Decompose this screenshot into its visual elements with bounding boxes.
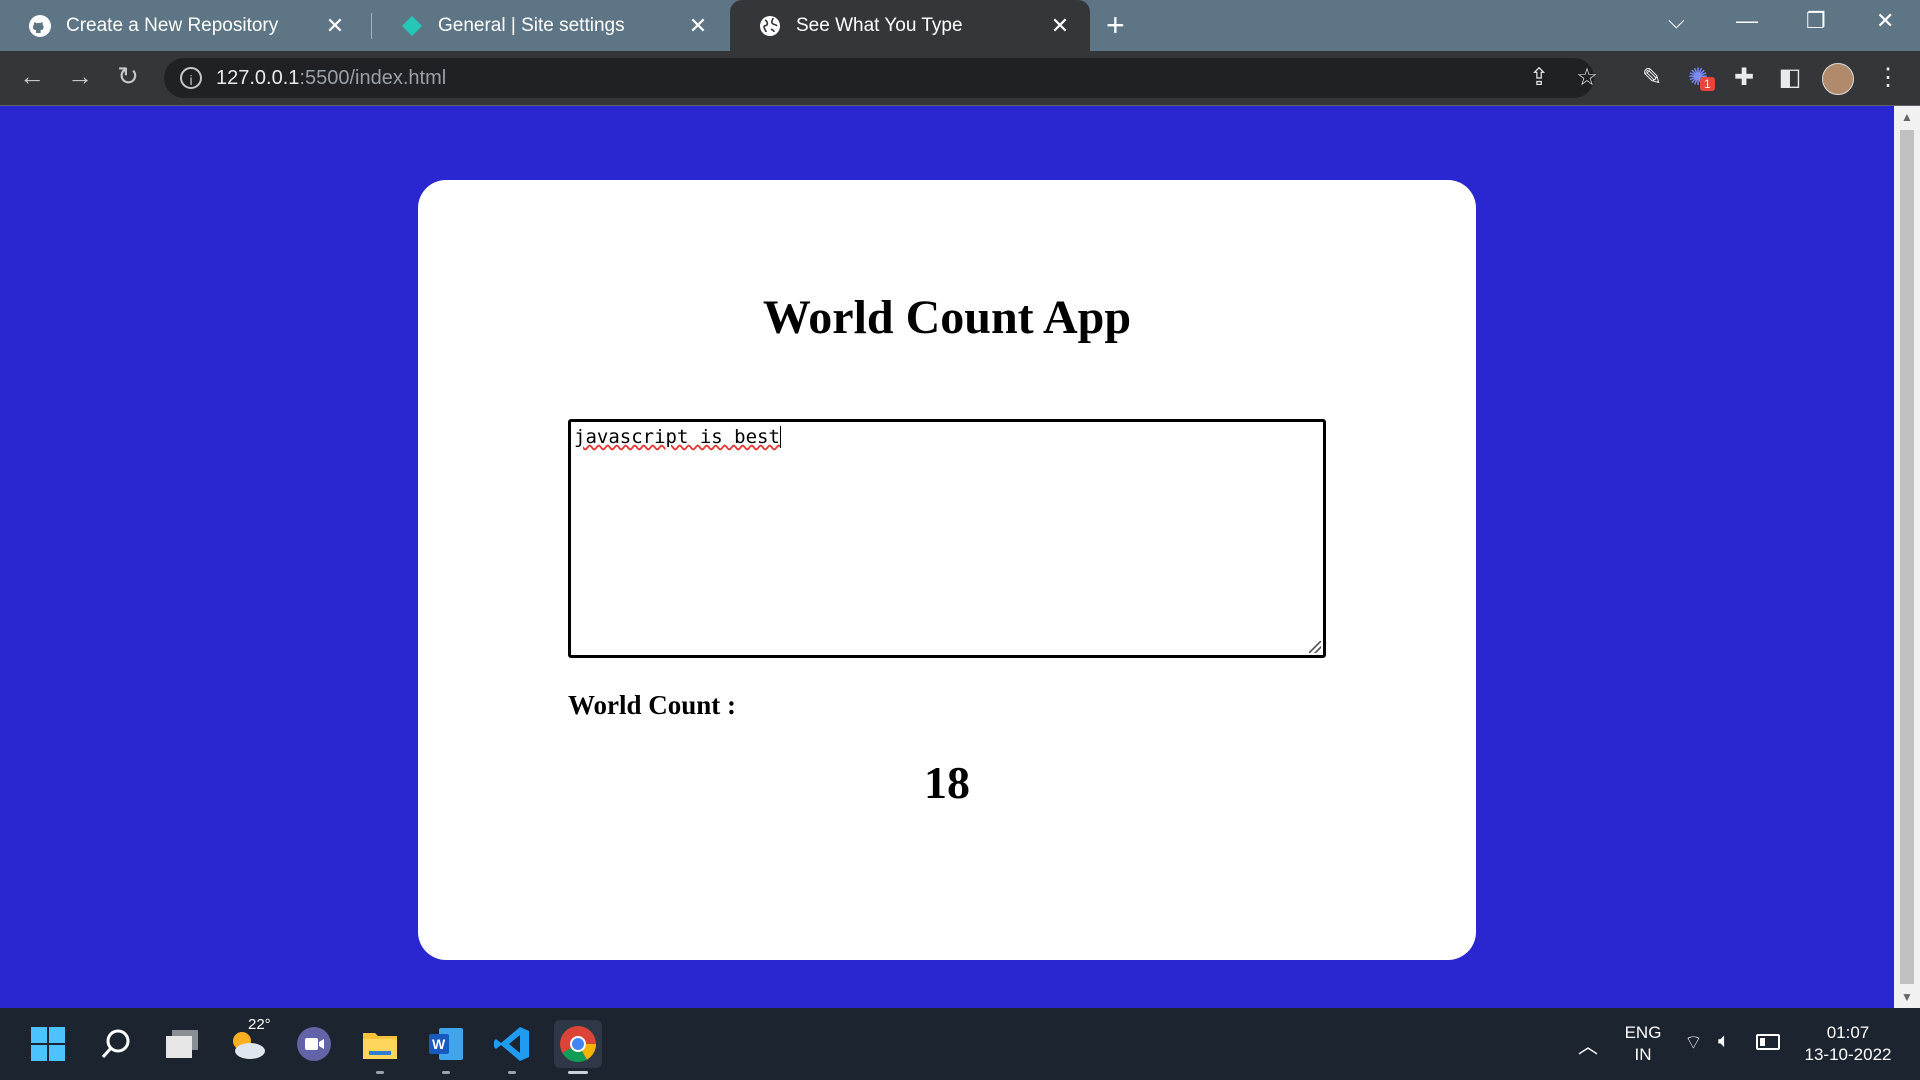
word-button[interactable]: W xyxy=(422,1020,470,1074)
pen-extension-icon[interactable]: ✎ xyxy=(1636,63,1668,92)
file-explorer-button[interactable] xyxy=(356,1020,404,1074)
taskbar: 22° W ︿ ENG IN ⌔ 🔈︎ 01:07 13-10-2022 xyxy=(0,1008,1920,1080)
clock[interactable]: 01:07 13-10-2022 xyxy=(1798,1022,1898,1066)
language-indicator[interactable]: ENG IN xyxy=(1618,1022,1668,1066)
weather-widget[interactable]: 22° xyxy=(224,1016,272,1068)
tab-title: Create a New Repository xyxy=(66,14,279,36)
close-icon[interactable]: ✕ xyxy=(1048,13,1072,39)
close-icon[interactable]: ✕ xyxy=(323,13,347,39)
globe-icon xyxy=(760,15,780,36)
wifi-icon[interactable]: ⌔ xyxy=(1684,1030,1703,1055)
app-card: World Count App javascript is best World… xyxy=(418,180,1476,960)
resize-grip-icon[interactable] xyxy=(1309,641,1321,653)
tab-strip: Create a New Repository ✕ General | Site… xyxy=(0,0,1920,51)
running-indicator xyxy=(568,1071,588,1074)
extensions-puzzle-icon[interactable]: ✚ xyxy=(1728,63,1760,92)
tab-site-settings[interactable]: General | Site settings ✕ xyxy=(372,0,728,51)
text-cursor xyxy=(779,426,781,448)
address-bar[interactable]: i 127.0.0.1:5500/index.html xyxy=(164,58,1594,98)
word-icon: W xyxy=(429,1028,463,1060)
new-tab-button[interactable]: + xyxy=(1106,8,1125,42)
weather-temp: 22° xyxy=(248,1016,271,1033)
search-button[interactable] xyxy=(92,1020,140,1068)
running-indicator xyxy=(442,1071,450,1074)
battery-icon[interactable] xyxy=(1756,1034,1780,1050)
tab-search-chevron-icon[interactable]: ⌵ xyxy=(1668,8,1685,34)
region-code: IN xyxy=(1634,1045,1652,1064)
clock-date: 13-10-2022 xyxy=(1804,1045,1892,1064)
page-title: World Count App xyxy=(762,291,1132,344)
textarea-text: javascript is best xyxy=(574,426,780,448)
close-window-button[interactable]: ✕ xyxy=(1876,8,1894,34)
minimize-button[interactable]: — xyxy=(1736,8,1758,34)
color-picker-extension-icon[interactable]: ✺ 1 xyxy=(1682,63,1715,92)
restore-button[interactable]: ❐ xyxy=(1806,8,1826,34)
vertical-scrollbar[interactable]: ▲ ▼ xyxy=(1894,106,1920,1008)
chrome-icon xyxy=(560,1026,596,1063)
scroll-thumb[interactable] xyxy=(1900,130,1914,984)
menu-kebab-icon[interactable]: ⋮ xyxy=(1872,63,1904,92)
tab-create-repository[interactable]: Create a New Repository ✕ xyxy=(0,0,365,51)
forward-button[interactable]: → xyxy=(64,61,96,92)
running-indicator xyxy=(376,1071,384,1074)
scroll-up-arrow-icon[interactable]: ▲ xyxy=(1894,106,1920,128)
vscode-icon xyxy=(494,1027,529,1061)
site-info-icon[interactable]: i xyxy=(180,67,202,89)
avatar[interactable] xyxy=(1822,63,1854,95)
side-panel-icon[interactable]: ◧ xyxy=(1774,63,1806,92)
video-call-icon xyxy=(297,1027,331,1061)
url-path: :5500/index.html xyxy=(299,66,447,89)
browser-toolbar: ← → ↻ i 127.0.0.1:5500/index.html ⇪ ☆ ✎ … xyxy=(0,51,1920,106)
teams-meet-button[interactable] xyxy=(290,1020,338,1068)
close-icon[interactable]: ✕ xyxy=(686,13,710,39)
extension-badge: 1 xyxy=(1700,77,1715,91)
reload-button[interactable]: ↻ xyxy=(112,61,144,92)
windows-logo-icon xyxy=(31,1027,65,1061)
running-indicator xyxy=(508,1071,516,1074)
back-button[interactable]: ← xyxy=(16,61,48,92)
svg-text:W: W xyxy=(432,1036,446,1052)
text-input-area[interactable]: javascript is best xyxy=(568,419,1326,658)
task-view-icon xyxy=(166,1030,198,1058)
language-code: ENG xyxy=(1624,1023,1662,1042)
search-icon xyxy=(101,1029,130,1058)
share-icon[interactable]: ⇪ xyxy=(1523,63,1555,92)
word-count-value: 18 xyxy=(924,757,970,808)
tab-see-what-you-type[interactable]: See What You Type ✕ xyxy=(730,0,1090,51)
show-hidden-icons-chevron-icon[interactable]: ︿ xyxy=(1578,1030,1598,1059)
folder-icon xyxy=(363,1033,397,1059)
clock-time: 01:07 xyxy=(1826,1023,1870,1042)
vscode-button[interactable] xyxy=(488,1020,536,1074)
volume-icon[interactable]: 🔈︎ xyxy=(1718,1030,1730,1053)
github-icon xyxy=(29,14,51,37)
url-host: 127.0.0.1 xyxy=(216,66,300,89)
start-button[interactable] xyxy=(24,1020,72,1068)
netlify-icon xyxy=(402,15,422,36)
url-text: 127.0.0.1:5500/index.html xyxy=(216,67,446,90)
task-view-button[interactable] xyxy=(158,1020,206,1068)
chrome-button[interactable] xyxy=(554,1020,602,1074)
bookmark-star-icon[interactable]: ☆ xyxy=(1571,63,1603,92)
word-count-label: World Count : xyxy=(568,690,737,720)
tab-title: General | Site settings xyxy=(438,14,625,36)
tab-title: See What You Type xyxy=(796,14,963,36)
page-viewport: World Count App javascript is best World… xyxy=(0,106,1894,1008)
scroll-down-arrow-icon[interactable]: ▼ xyxy=(1894,986,1920,1008)
